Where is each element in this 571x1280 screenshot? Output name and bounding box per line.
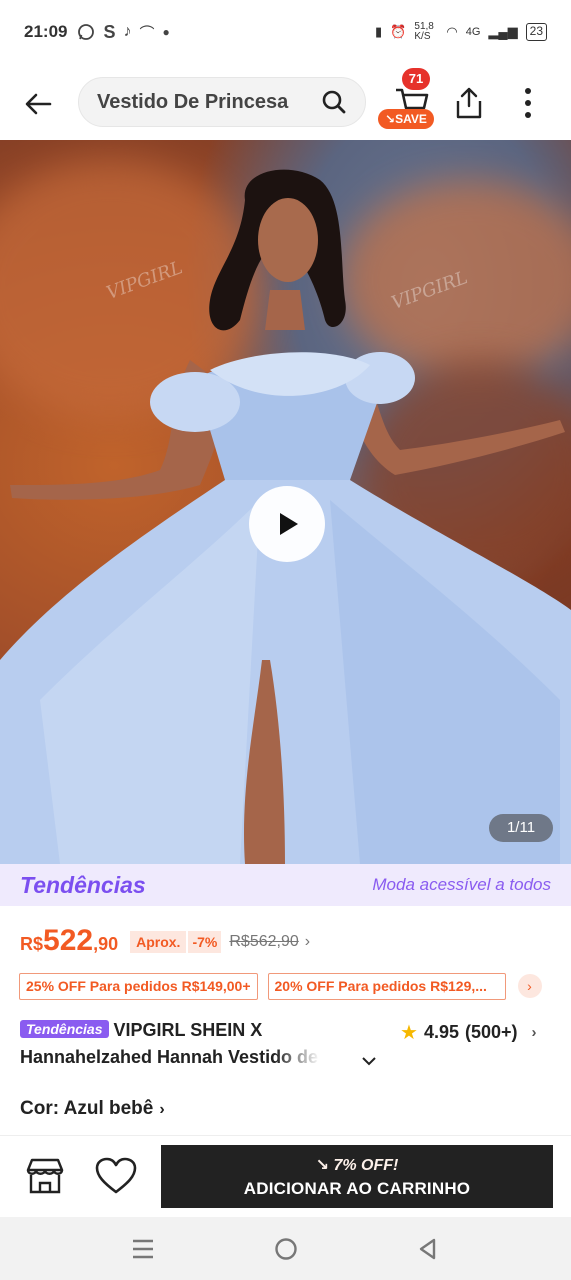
- save-badge: ↘SAVE: [378, 109, 434, 129]
- rating-value: 4.95: [423, 1022, 459, 1042]
- price-cents: ,90: [93, 934, 119, 954]
- add-to-cart-label: ADICIONAR AO CARRINHO: [243, 1179, 471, 1198]
- chevron-right-icon: ›: [531, 1024, 537, 1041]
- color-label: Cor: Azul bebê: [20, 1098, 154, 1119]
- network-type: 4G: [465, 26, 481, 38]
- title-line-2: Hannahelzahed Hannah Vestido de: [20, 1047, 319, 1067]
- chevron-right-icon: ›: [304, 933, 311, 950]
- heart-icon[interactable]: [94, 1156, 138, 1196]
- trend-down-icon: ↘: [385, 112, 396, 126]
- s-icon: S: [103, 21, 116, 42]
- rating-summary[interactable]: ★ 4.95 (500+) ›: [400, 1020, 537, 1045]
- clock: 21:09: [24, 22, 68, 41]
- app-icon: ⌒: [139, 24, 155, 42]
- coupon-row: 25% OFF Para pedidos R$149,00+ 20% OFF P…: [19, 972, 559, 1000]
- trends-badge: Tendências: [20, 1020, 109, 1038]
- promo-text: 7% OFF!: [333, 1157, 399, 1174]
- top-header: Vestido De Princesa 71 ↘SAVE: [0, 64, 571, 140]
- back-triangle-icon[interactable]: [416, 1237, 440, 1261]
- dot-icon: ●: [162, 25, 170, 39]
- system-icons: ▮ ⏰ 51,8 K/S ◠ 4G ▂▄▆ 23: [375, 22, 547, 42]
- more-options-icon[interactable]: [518, 86, 538, 120]
- review-count: (500+): [464, 1022, 518, 1042]
- system-nav-bar: [0, 1217, 571, 1280]
- recent-apps-icon[interactable]: [130, 1237, 156, 1261]
- price-integer: 522: [43, 924, 94, 957]
- search-icon[interactable]: [321, 89, 347, 115]
- notification-icons: S ♪ ⌒ ●: [77, 21, 170, 43]
- price-currency: R$: [20, 934, 44, 954]
- trend-down-icon: ↘: [315, 1157, 330, 1174]
- trends-banner[interactable]: Tendências Moda acessível a todos: [0, 864, 571, 906]
- wifi-icon: ◠: [446, 24, 458, 39]
- chevron-right-icon[interactable]: ›: [517, 974, 542, 998]
- add-to-cart-button[interactable]: ↘ 7% OFF! ADICIONAR AO CARRINHO: [161, 1145, 553, 1208]
- vibrate-icon: ▮: [375, 24, 383, 39]
- chevron-down-icon[interactable]: [360, 1052, 378, 1070]
- original-price: R$562,90: [229, 933, 299, 950]
- battery-icon: 23: [525, 23, 547, 41]
- back-arrow-icon[interactable]: [20, 86, 56, 122]
- net-speed: 51,8 K/S: [414, 21, 434, 42]
- chevron-right-icon: ›: [159, 1101, 165, 1118]
- discount-badge: -7%: [188, 931, 222, 953]
- store-icon[interactable]: [24, 1156, 66, 1196]
- alarm-icon: ⏰: [390, 24, 407, 39]
- play-icon: [280, 513, 298, 535]
- status-bar: 21:09 S ♪ ⌒ ● ▮ ⏰ 51,8 K/S ◠ 4G ▂▄▆ 23: [0, 0, 571, 64]
- aprox-label: Aprox.: [130, 931, 187, 953]
- save-label: SAVE: [395, 112, 427, 126]
- signal-icon: ▂▄▆: [488, 24, 518, 39]
- color-selector[interactable]: Cor: Azul bebê ›: [20, 1098, 165, 1120]
- share-icon[interactable]: [454, 86, 484, 120]
- play-video-button[interactable]: [249, 486, 325, 562]
- trends-logo: Tendências: [20, 871, 146, 898]
- tiktok-icon: ♪: [123, 23, 132, 40]
- whatsapp-icon: [78, 24, 95, 40]
- image-counter: 1/11: [489, 814, 553, 842]
- coupon-tag[interactable]: 20% OFF Para pedidos R$129,...: [267, 972, 506, 1000]
- price-row[interactable]: R$ 522 ,90 Aprox. -7% R$562,90 ›: [20, 924, 560, 960]
- search-input[interactable]: Vestido De Princesa: [97, 91, 321, 114]
- cart-count-badge: 71: [402, 68, 430, 90]
- search-bar[interactable]: Vestido De Princesa: [78, 77, 366, 127]
- trends-slogan: Moda acessível a todos: [372, 875, 551, 894]
- coupon-tag[interactable]: 25% OFF Para pedidos R$149,00+: [19, 972, 258, 1000]
- star-icon: ★: [400, 1022, 418, 1044]
- home-icon[interactable]: [274, 1237, 298, 1261]
- title-line-1: VIPGIRL SHEIN X: [113, 1020, 263, 1040]
- bottom-action-bar: ↘ 7% OFF! ADICIONAR AO CARRINHO: [0, 1135, 571, 1217]
